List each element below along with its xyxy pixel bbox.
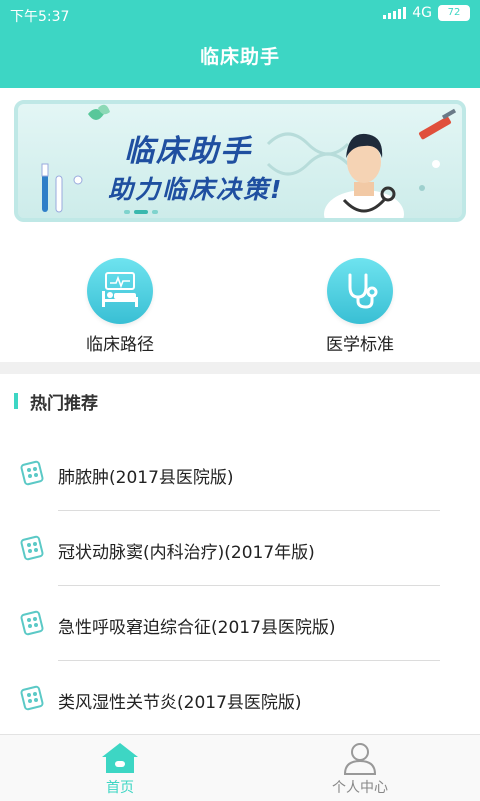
banner-pager	[124, 210, 158, 214]
nav-label: 个人中心	[332, 780, 388, 796]
shortcut-clinical-pathway[interactable]: 临床路径	[40, 248, 200, 355]
home-icon	[100, 741, 140, 775]
list-item[interactable]: 冠状动脉窦(内科治疗)(2017年版)	[0, 511, 480, 586]
pill-pack-icon	[20, 610, 46, 640]
promo-banner[interactable]: 临床助手 助力临床决策!	[14, 100, 466, 222]
section-header: 热门推荐	[14, 390, 98, 414]
pill-pack-icon	[20, 535, 46, 565]
section-title: 热门推荐	[30, 393, 98, 414]
stethoscope-icon	[327, 258, 393, 324]
battery-icon: 72	[438, 5, 470, 21]
section-divider	[0, 362, 480, 374]
list-item-label: 冠状动脉窦(内科治疗)(2017年版)	[58, 543, 315, 563]
nav-label: 首页	[106, 780, 134, 796]
shortcut-label: 临床路径	[86, 335, 154, 355]
shortcut-row: 临床路径 医学标准	[0, 248, 480, 356]
nav-profile[interactable]: 个人中心	[240, 735, 480, 801]
banner-subheadline: 助力临床决策!	[108, 175, 284, 204]
shortcut-medical-standard[interactable]: 医学标准	[280, 248, 440, 355]
banner-headline: 临床助手	[124, 134, 252, 169]
signal-icon	[383, 7, 407, 19]
recommend-list: 肺脓肿(2017县医院版) 冠状动脉窦(内科治疗)(2017年版) 急性呼吸窘迫…	[0, 436, 480, 736]
list-item[interactable]: 肺脓肿(2017县医院版)	[0, 436, 480, 511]
list-item-label: 急性呼吸窘迫综合征(2017县医院版)	[58, 618, 336, 638]
list-item-label: 类风湿性关节炎(2017县医院版)	[58, 693, 302, 713]
page-title: 临床助手	[199, 46, 280, 68]
list-item[interactable]: 急性呼吸窘迫综合征(2017县医院版)	[0, 586, 480, 661]
bottom-nav: 首页 个人中心	[0, 734, 480, 801]
status-indicators: 4G 72	[383, 5, 470, 21]
pill-pack-icon	[20, 685, 46, 715]
user-icon	[340, 741, 380, 775]
status-bar: 下午5:37 4G 72	[0, 0, 480, 30]
list-item-label: 肺脓肿(2017县医院版)	[58, 468, 234, 488]
shortcut-label: 医学标准	[326, 335, 394, 355]
section-accent-bar	[14, 393, 18, 409]
nav-home[interactable]: 首页	[0, 735, 240, 801]
pill-pack-icon	[20, 460, 46, 490]
app-header: 下午5:37 4G 72 临床助手	[0, 0, 480, 88]
status-time: 下午5:37	[10, 9, 70, 25]
hospital-bed-icon	[87, 258, 153, 324]
network-label: 4G	[412, 5, 432, 21]
list-item[interactable]: 类风湿性关节炎(2017县医院版)	[0, 661, 480, 736]
